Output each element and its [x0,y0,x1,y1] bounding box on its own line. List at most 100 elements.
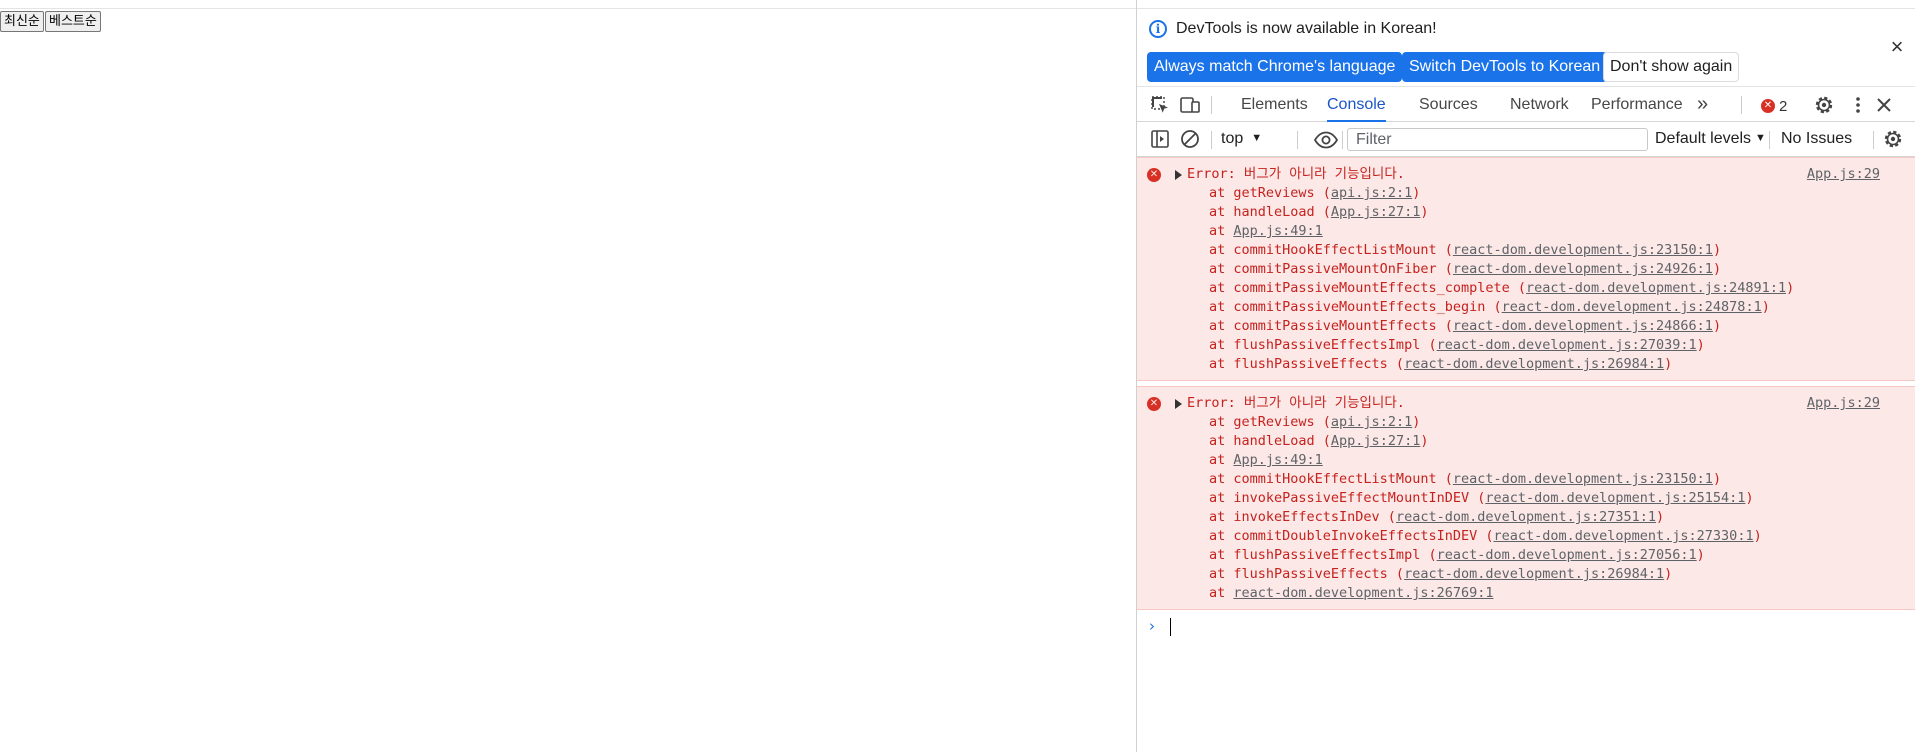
expand-triangle-icon[interactable] [1175,399,1182,409]
frame-close-paren: ) [1420,433,1429,449]
frame-function: at flushPassiveEffectsImpl ( [1209,547,1437,563]
issues-status[interactable]: No Issues [1781,130,1852,148]
frame-location-link[interactable]: react-dom.development.js:26984:1 [1404,356,1664,372]
dropdown-arrow-icon: ▼ [1251,132,1263,144]
stack-frame: at App.js:49:1 [1137,451,1915,470]
device-toolbar-icon[interactable] [1179,94,1201,116]
stack-trace: at getReviews (api.js:2:1) at handleLoad … [1137,413,1915,603]
error-header[interactable]: Error: 버그가 아니라 기능입니다. [1137,394,1915,413]
tab-console[interactable]: Console [1327,87,1386,122]
stack-frame: at flushPassiveEffects (react-dom.develo… [1137,565,1915,584]
frame-location-link[interactable]: react-dom.development.js:23150:1 [1453,242,1713,258]
live-expression-eye-icon[interactable] [1313,129,1339,151]
close-devtools-icon[interactable] [1873,94,1895,116]
stack-frame: at handleLoad (App.js:27:1) [1137,432,1915,451]
context-select[interactable]: top ▼ [1221,130,1262,148]
language-infobar: i DevTools is now available in Korean! A… [1137,9,1915,85]
dont-show-again-button[interactable]: Don't show again [1603,52,1740,82]
info-icon: i [1149,20,1167,38]
clear-console-icon[interactable] [1179,128,1201,150]
tab-sources[interactable]: Sources [1419,87,1478,122]
frame-location-link[interactable]: react-dom.development.js:25154:1 [1485,490,1745,506]
tab-performance[interactable]: Performance [1591,87,1683,122]
dropdown-arrow-icon: ▼ [1755,132,1766,144]
sidebar-toggle-icon[interactable] [1149,128,1171,150]
error-text: Error: 버그가 아니라 기능입니다. [1187,395,1405,411]
toolbar-divider [1769,131,1770,149]
frame-location-link[interactable]: App.js:49:1 [1233,452,1322,468]
console-filter-input[interactable] [1347,128,1648,151]
frame-close-paren: ) [1664,566,1673,582]
stack-frame: at App.js:49:1 [1137,222,1915,241]
frame-location-link[interactable]: react-dom.development.js:26769:1 [1233,585,1493,601]
settings-icon[interactable] [1813,94,1835,116]
frame-location-link[interactable]: react-dom.development.js:24866:1 [1453,318,1713,334]
expand-triangle-icon[interactable] [1175,170,1182,180]
frame-location-link[interactable]: react-dom.development.js:27056:1 [1437,547,1697,563]
frame-location-link[interactable]: react-dom.development.js:26984:1 [1404,566,1664,582]
console-prompt[interactable]: › [1137,615,1915,639]
frame-function: at [1209,452,1234,468]
stack-frame: at getReviews (api.js:2:1) [1137,413,1915,432]
match-language-button[interactable]: Always match Chrome's language [1147,52,1403,82]
tab-elements[interactable]: Elements [1241,87,1308,122]
frame-function: at commitHookEffectListMount ( [1209,242,1453,258]
frame-close-paren: ) [1412,185,1421,201]
sort-best-button[interactable]: 베스트순 [45,11,101,32]
frame-location-link[interactable]: App.js:27:1 [1331,204,1420,220]
error-count-badge[interactable]: ✕ 2 [1761,96,1787,116]
stack-frame: at flushPassiveEffects (react-dom.develo… [1137,355,1915,374]
frame-close-paren: ) [1664,356,1673,372]
frame-location-link[interactable]: App.js:49:1 [1233,223,1322,239]
frame-location-link[interactable]: react-dom.development.js:27330:1 [1493,528,1753,544]
close-icon[interactable]: × [1886,36,1908,58]
sort-latest-button[interactable]: 최신순 [0,11,44,32]
tab-network[interactable]: Network [1510,87,1569,122]
error-message: ✕ Error: 버그가 아니라 기능입니다. App.js:29 at get… [1137,386,1915,610]
devtools-panel: i DevTools is now available in Korean! A… [1136,0,1915,752]
stack-trace: at getReviews (api.js:2:1) at handleLoad … [1137,184,1915,374]
error-header[interactable]: Error: 버그가 아니라 기능입니다. [1137,165,1915,184]
frame-function: at invokePassiveEffectMountInDEV ( [1209,490,1486,506]
more-options-icon[interactable] [1847,94,1869,116]
frame-function: at handleLoad ( [1209,204,1331,220]
devtools-tabbar: Elements Console Sources Network Perform… [1137,86,1915,122]
frame-close-paren: ) [1420,204,1429,220]
stack-frame: at commitPassiveMountEffects_begin (reac… [1137,298,1915,317]
frame-close-paren: ) [1786,280,1795,296]
frame-function: at commitPassiveMountEffects_complete ( [1209,280,1526,296]
error-source-link[interactable]: App.js:29 [1807,165,1880,184]
stack-frame: at flushPassiveEffectsImpl (react-dom.de… [1137,336,1915,355]
toolbar-divider [1873,131,1874,149]
frame-location-link[interactable]: App.js:27:1 [1331,433,1420,449]
frame-location-link[interactable]: react-dom.development.js:27039:1 [1437,337,1697,353]
console-settings-icon[interactable] [1882,128,1904,150]
stack-frame: at commitHookEffectListMount (react-dom.… [1137,241,1915,260]
frame-location-link[interactable]: react-dom.development.js:27351:1 [1396,509,1656,525]
frame-function: at invokeEffectsInDev ( [1209,509,1396,525]
frame-function: at [1209,585,1234,601]
web-page: 최신순 베스트순 [0,0,1136,752]
console-toolbar: top▼ Default levels▼ No Issues [1137,122,1915,157]
stack-frame: at commitDoubleInvokeEffectsInDEV (react… [1137,527,1915,546]
frame-location-link[interactable]: react-dom.development.js:23150:1 [1453,471,1713,487]
frame-location-link[interactable]: api.js:2:1 [1331,185,1412,201]
frame-location-link[interactable]: react-dom.development.js:24926:1 [1453,261,1713,277]
error-source-link[interactable]: App.js:29 [1807,394,1880,413]
stack-frame: at commitPassiveMountEffects (react-dom.… [1137,317,1915,336]
more-tabs-icon[interactable]: » [1697,87,1708,122]
page-divider [0,8,1136,9]
frame-location-link[interactable]: api.js:2:1 [1331,414,1412,430]
frame-function: at flushPassiveEffectsImpl ( [1209,337,1437,353]
frame-close-paren: ) [1712,471,1722,487]
frame-function: at commitHookEffectListMount ( [1209,471,1453,487]
frame-close-paren: ) [1696,547,1705,563]
log-levels-select[interactable]: Default levels ▼ [1655,130,1766,148]
switch-korean-button[interactable]: Switch DevTools to Korean [1402,52,1608,82]
frame-location-link[interactable]: react-dom.development.js:24891:1 [1526,280,1786,296]
frame-function: at [1209,223,1234,239]
inspect-element-icon[interactable] [1149,94,1171,116]
frame-location-link[interactable]: react-dom.development.js:24878:1 [1502,299,1762,315]
frame-close-paren: ) [1656,509,1665,525]
error-message: ✕ Error: 버그가 아니라 기능입니다. App.js:29 at get… [1137,157,1915,381]
